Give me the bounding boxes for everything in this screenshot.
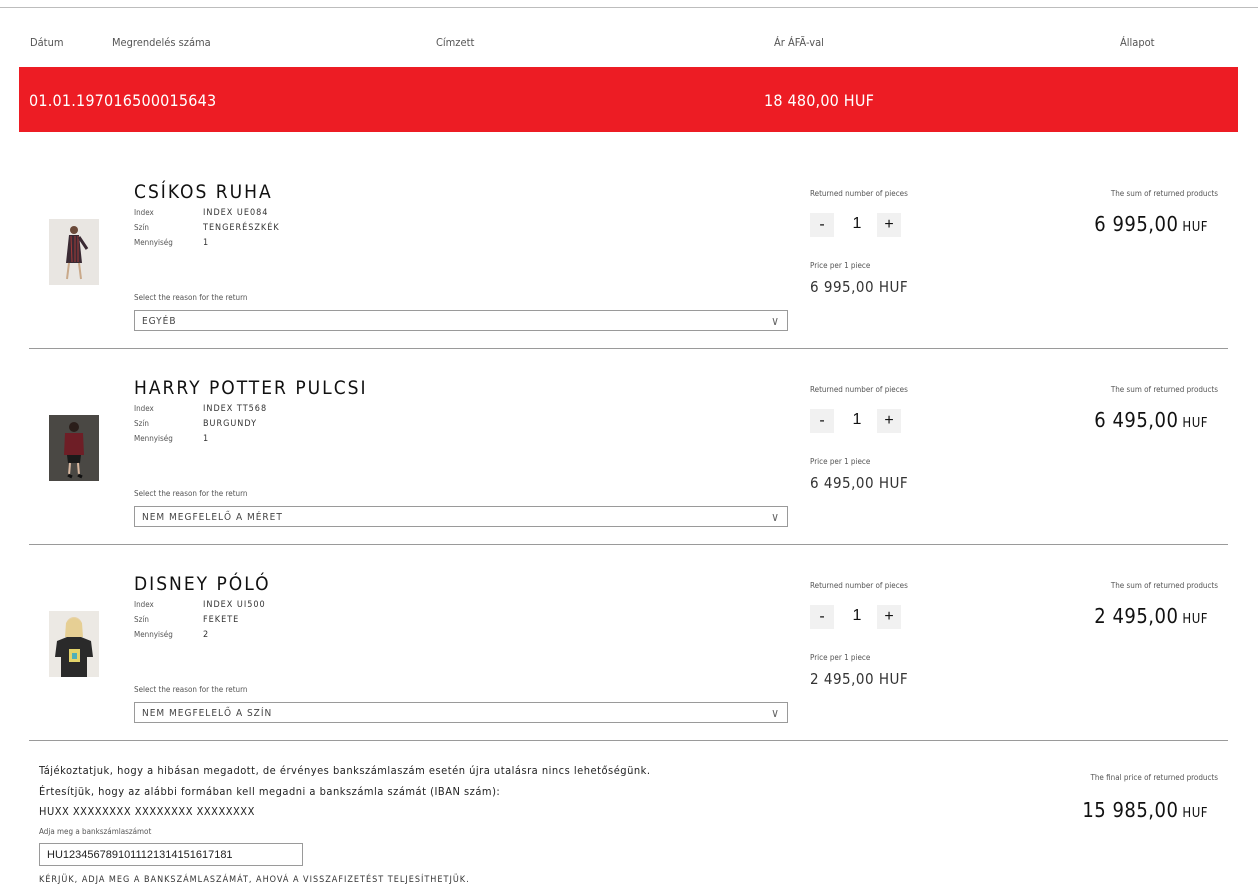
order-row[interactable]: 01.01.197016500015643 18 480,00 HUF — [19, 67, 1238, 132]
price-per-piece-value: 2 495,00 HUF — [810, 670, 909, 688]
quantity-label: Mennyiség — [134, 630, 173, 639]
returned-quantity-value: 1 — [852, 607, 862, 624]
return-item: HARRY POTTER PULCSI Index INDEX TT568 Sz… — [29, 349, 1228, 545]
final-currency: HUF — [1182, 806, 1208, 821]
iban-input[interactable] — [39, 843, 303, 866]
increase-quantity-button[interactable]: + — [877, 213, 901, 237]
sum-returned-value: 6 495,00 HUF — [1094, 408, 1208, 432]
price-per-piece-label: Price per 1 piece — [810, 457, 871, 466]
sum-returned-label: The sum of returned products — [1110, 385, 1218, 394]
quantity-value: 2 — [203, 630, 210, 640]
reason-select[interactable]: NEM MEGFELELŐ A SZÍN ∨ — [134, 702, 788, 723]
price-per-piece-value: 6 995,00 HUF — [810, 278, 909, 296]
col-header-order-number: Megrendelés száma — [112, 36, 211, 49]
col-header-date: Dátum — [30, 36, 64, 49]
color-label: Szín — [134, 419, 149, 428]
returned-pieces-label: Returned number of pieces — [810, 189, 908, 198]
col-header-recipient: Címzett — [436, 36, 475, 49]
color-label: Szín — [134, 615, 149, 624]
product-image-sweater — [49, 415, 99, 481]
col-header-status: Állapot — [1120, 36, 1155, 49]
product-image-tshirt — [49, 611, 99, 677]
reason-label: Select the reason for the return — [134, 489, 248, 498]
sum-amount: 2 495,00 — [1094, 604, 1179, 628]
increase-quantity-button[interactable]: + — [877, 409, 901, 433]
sum-returned-value: 2 495,00 HUF — [1094, 604, 1208, 628]
index-value: INDEX UE084 — [203, 208, 269, 218]
reason-select[interactable]: EGYÉB ∨ — [134, 310, 788, 331]
increase-quantity-button[interactable]: + — [877, 605, 901, 629]
index-label: Index — [134, 600, 154, 609]
price-per-piece-label: Price per 1 piece — [810, 261, 871, 270]
price-per-piece-label: Price per 1 piece — [810, 653, 871, 662]
returned-pieces-label: Returned number of pieces — [810, 581, 908, 590]
iban-info-line-1: Tájékoztatjuk, hogy a hibásan megadott, … — [39, 764, 651, 777]
sum-returned-label: The sum of returned products — [1110, 581, 1218, 590]
decrease-quantity-button[interactable]: - — [810, 409, 834, 433]
sum-returned-label: The sum of returned products — [1110, 189, 1218, 198]
index-label: Index — [134, 208, 154, 217]
sum-amount: 6 995,00 — [1094, 212, 1179, 236]
order-price: 18 480,00 HUF — [764, 91, 875, 110]
quantity-value: 1 — [203, 238, 210, 248]
col-header-price: Ár ÁFÃ-val — [774, 36, 824, 49]
returned-quantity-value: 1 — [852, 215, 862, 232]
reason-select[interactable]: NEM MEGFELELŐ A MÉRET ∨ — [134, 506, 788, 527]
chevron-down-icon: ∨ — [771, 510, 780, 524]
iban-input-label: Adja meg a bankszámlaszámot — [39, 827, 152, 836]
reason-label: Select the reason for the return — [134, 685, 248, 694]
product-name: CSÍKOS RUHA — [134, 181, 273, 203]
final-price-label: The final price of returned products — [1090, 773, 1218, 782]
iban-format-example: HUXX XXXXXXXX XXXXXXXX XXXXXXXX — [39, 805, 255, 818]
item-divider — [29, 740, 1228, 741]
reason-selected-value: EGYÉB — [142, 316, 177, 327]
index-value: INDEX UI500 — [203, 600, 266, 610]
sum-currency: HUF — [1182, 612, 1208, 627]
top-divider — [0, 7, 1258, 8]
color-value: BURGUNDY — [203, 419, 258, 429]
final-price-value: 15 985,00 HUF — [1082, 798, 1208, 822]
iban-hint: KÉRJÜK, ADJA MEG A BANKSZÁMLASZÁMÁT, AHO… — [39, 875, 470, 885]
index-label: Index — [134, 404, 154, 413]
return-item: DISNEY PÓLÓ Index INDEX UI500 Szín FEKET… — [29, 545, 1228, 741]
decrease-quantity-button[interactable]: - — [810, 605, 834, 629]
returned-quantity-value: 1 — [852, 411, 862, 428]
final-amount: 15 985,00 — [1082, 798, 1179, 822]
price-per-piece-value: 6 495,00 HUF — [810, 474, 909, 492]
product-name: DISNEY PÓLÓ — [134, 573, 271, 595]
quantity-value: 1 — [203, 434, 210, 444]
reason-selected-value: NEM MEGFELELŐ A SZÍN — [142, 708, 273, 719]
sum-amount: 6 495,00 — [1094, 408, 1179, 432]
iban-info-line-2: Értesítjük, hogy az alábbi formában kell… — [39, 785, 501, 798]
sum-currency: HUF — [1182, 220, 1208, 235]
product-name: HARRY POTTER PULCSI — [134, 377, 368, 399]
return-item: CSÍKOS RUHA Index INDEX UE084 Szín TENGE… — [29, 153, 1228, 349]
chevron-down-icon: ∨ — [771, 706, 780, 720]
chevron-down-icon: ∨ — [771, 314, 780, 328]
sum-currency: HUF — [1182, 416, 1208, 431]
product-image-striped-dress — [49, 219, 99, 285]
quantity-label: Mennyiség — [134, 434, 173, 443]
color-value: FEKETE — [203, 615, 240, 625]
sum-returned-value: 6 995,00 HUF — [1094, 212, 1208, 236]
color-label: Szín — [134, 223, 149, 232]
reason-label: Select the reason for the return — [134, 293, 248, 302]
reason-selected-value: NEM MEGFELELŐ A MÉRET — [142, 512, 283, 523]
index-value: INDEX TT568 — [203, 404, 268, 414]
order-date-number: 01.01.197016500015643 — [29, 91, 217, 110]
quantity-label: Mennyiség — [134, 238, 173, 247]
returned-pieces-label: Returned number of pieces — [810, 385, 908, 394]
decrease-quantity-button[interactable]: - — [810, 213, 834, 237]
color-value: TENGERÉSZKÉK — [203, 223, 280, 233]
